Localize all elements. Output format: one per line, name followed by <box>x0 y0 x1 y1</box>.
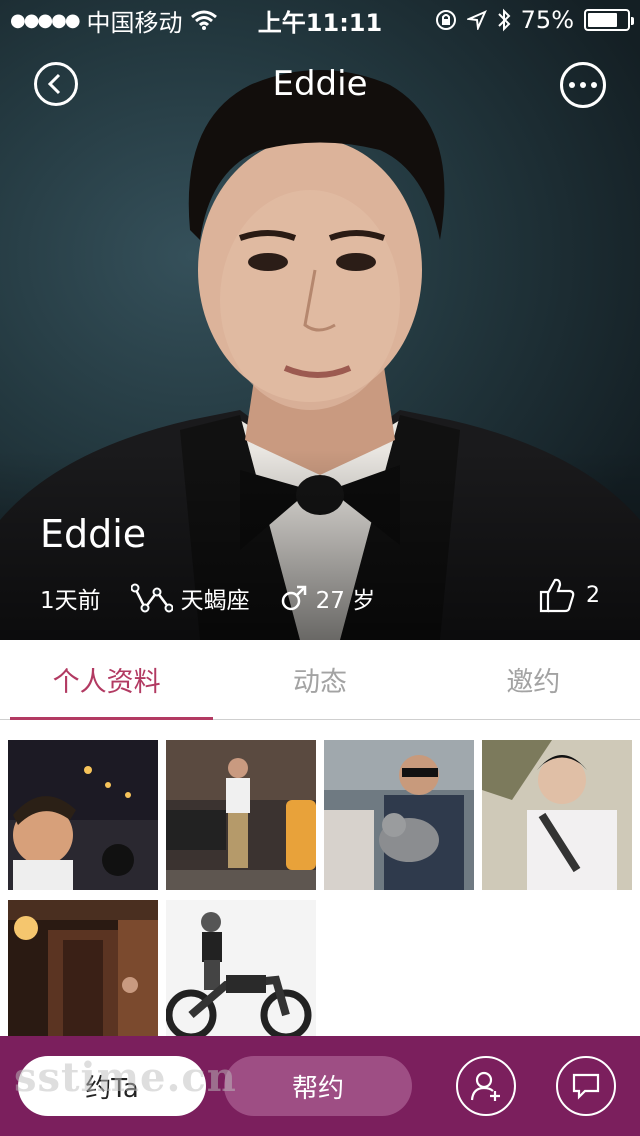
chat-bubble-icon <box>572 1073 600 1100</box>
bottom-action-bar: 约Ta 帮约 <box>0 1036 640 1136</box>
photo-thumbnail[interactable] <box>8 900 158 1050</box>
more-dot-icon <box>580 82 586 88</box>
last-active: 1天前 <box>40 581 101 615</box>
zodiac: 天蝎座 <box>130 581 250 615</box>
photo-thumbnail[interactable] <box>8 740 158 890</box>
cat-photo <box>324 740 474 890</box>
status-bar: ●●●●● 中国移动 上午11:11 75% <box>0 0 640 40</box>
add-user-icon <box>470 1071 500 1101</box>
tab-invitations[interactable]: 邀约 <box>427 640 640 719</box>
male-icon <box>281 585 306 611</box>
age-label: 27 岁 <box>315 588 376 614</box>
profile-hero: ●●●●● 中国移动 上午11:11 75% Eddie Eddie 1天前 天… <box>0 0 640 640</box>
thumbs-up-icon <box>539 578 575 613</box>
more-dot-icon <box>591 82 597 88</box>
date-request-button[interactable]: 约Ta <box>18 1056 206 1116</box>
profile-name: Eddie <box>40 512 147 556</box>
outdoor-photo <box>482 740 632 890</box>
zodiac-label: 天蝎座 <box>180 588 250 614</box>
last-active-label: 1天前 <box>40 588 101 614</box>
restaurant-photo <box>8 900 158 1050</box>
more-options-button[interactable] <box>560 62 606 108</box>
like-button[interactable]: 2 <box>538 576 600 614</box>
help-arrange-button[interactable]: 帮约 <box>224 1056 412 1116</box>
message-button[interactable] <box>556 1056 616 1116</box>
tab-profile[interactable]: 个人资料 <box>0 640 214 720</box>
motorcycle-photo <box>166 900 316 1050</box>
profile-meta: 1天前 天蝎座 27 岁 <box>40 578 600 618</box>
add-friend-button[interactable] <box>456 1056 516 1116</box>
profile-tabs: 个人资料 动态 邀约 <box>0 640 640 720</box>
photo-thumbnail[interactable] <box>166 740 316 890</box>
night-road-photo <box>8 740 158 890</box>
constellation-icon <box>130 583 173 613</box>
like-count: 2 <box>586 582 600 608</box>
page-title: Eddie <box>272 64 368 104</box>
photo-thumbnail[interactable] <box>166 900 316 1050</box>
more-dot-icon <box>569 82 575 88</box>
photo-thumbnail[interactable] <box>324 740 474 890</box>
photo-thumbnail[interactable] <box>482 740 632 890</box>
clock: 上午11:11 <box>257 8 383 37</box>
age: 27 岁 <box>280 581 376 615</box>
battery-icon <box>584 9 634 31</box>
tab-moments[interactable]: 动态 <box>213 640 426 719</box>
garage-photo <box>166 740 316 890</box>
